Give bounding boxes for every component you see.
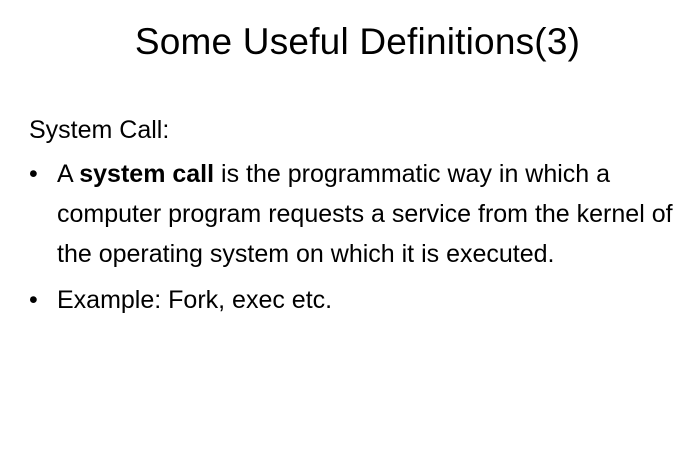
bullet-example-text: Example: Fork, exec etc.	[57, 286, 333, 314]
bullet-lead-text: A	[57, 160, 80, 188]
bullet-list: • A system call is the programmatic way …	[29, 154, 689, 320]
slide-title: Some Useful Definitions(3)	[134, 21, 581, 62]
bullet-item-example: • Example: Fork, exec etc.	[29, 280, 689, 320]
bullet-term: system call	[79, 160, 215, 188]
section-label: System Call:	[29, 116, 170, 144]
bullet-item-definition: • A system call is the programmatic way …	[29, 154, 689, 274]
bullet-icon: •	[29, 286, 38, 314]
slide: Some Useful Definitions(3) System Call: …	[0, 0, 700, 469]
bullet-icon: •	[29, 160, 38, 188]
slide-content: System Call: • A system call is the prog…	[29, 110, 689, 326]
